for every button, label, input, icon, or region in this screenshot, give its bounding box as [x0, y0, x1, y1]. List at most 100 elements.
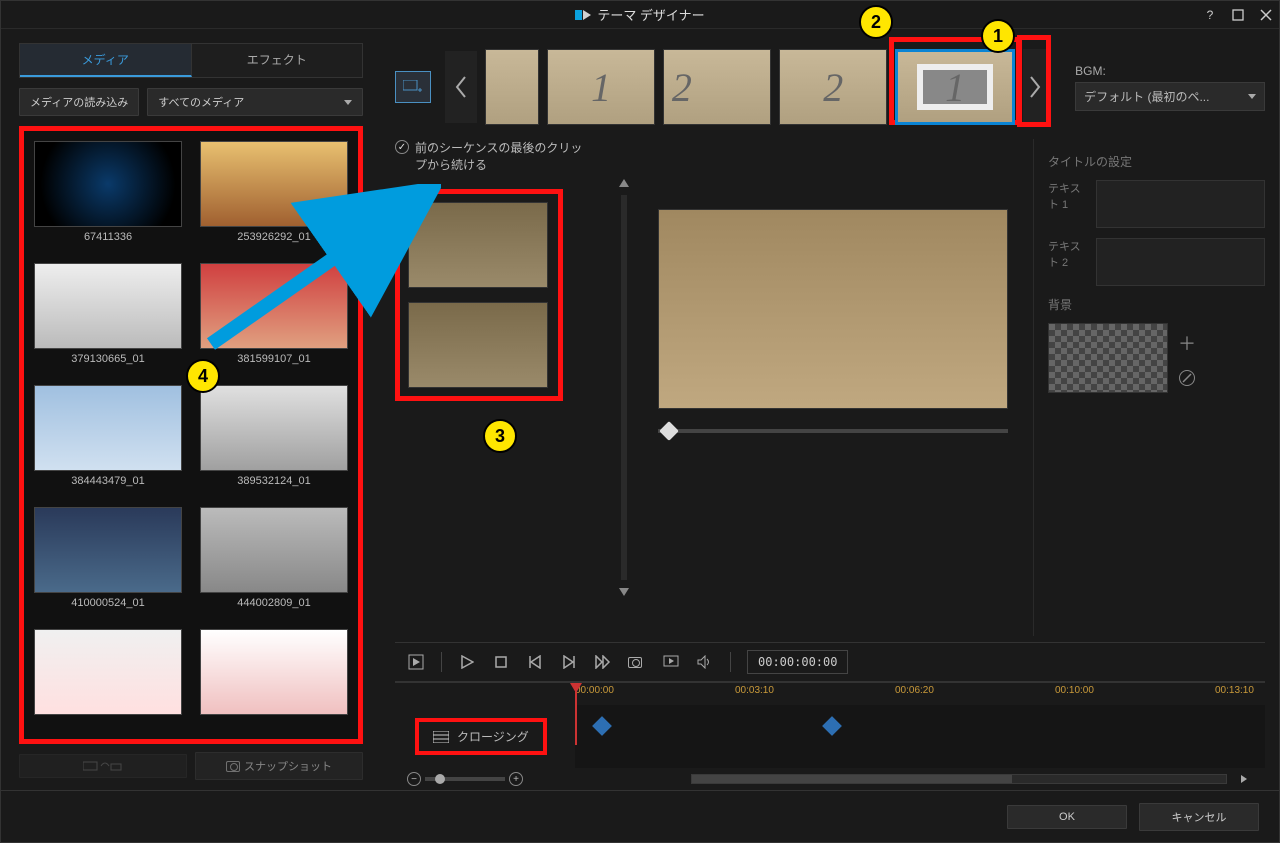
- text2-label: テキスト 2: [1048, 238, 1090, 286]
- continue-checkbox-row[interactable]: 前のシーケンスの最後のクリップから続ける: [395, 139, 585, 173]
- media-item[interactable]: 67411336: [34, 141, 182, 253]
- remove-background-button[interactable]: [1179, 370, 1195, 386]
- fast-forward-button[interactable]: [594, 653, 612, 671]
- prev-frame-button[interactable]: [526, 653, 544, 671]
- callout-1: 1: [981, 19, 1015, 53]
- playhead[interactable]: [575, 685, 577, 745]
- media-item[interactable]: 410000524_01: [34, 507, 182, 619]
- media-item[interactable]: [200, 629, 348, 729]
- scroll-right-button[interactable]: [1235, 770, 1253, 788]
- timeline: 00:00:00 00:03:10 00:06:20 00:10:00 00:1…: [395, 682, 1265, 768]
- media-panel: メディア エフェクト メディアの読み込み すべてのメディア 67411336 2…: [1, 29, 381, 790]
- snapshot-button[interactable]: [628, 653, 646, 671]
- playback-mode-button[interactable]: [407, 653, 425, 671]
- checkmark-icon: [395, 140, 409, 154]
- timeline-footer: − +: [395, 768, 1265, 790]
- media-item[interactable]: 444002809_01: [200, 507, 348, 619]
- slots-column: 前のシーケンスの最後のクリップから続ける 3: [395, 139, 605, 636]
- right-panel: 1 2 2 1 BGM:: [381, 29, 1279, 790]
- slider-handle[interactable]: [659, 421, 679, 441]
- separator: [730, 652, 731, 672]
- cancel-button[interactable]: キャンセル: [1139, 803, 1259, 831]
- media-grid-region: 67411336 253926292_01 379130665_01 38159…: [19, 126, 363, 744]
- sequence-thumb[interactable]: 2: [663, 49, 772, 125]
- background-label: 背景: [1048, 296, 1265, 313]
- separator: [441, 652, 442, 672]
- tab-media[interactable]: メディア: [20, 44, 192, 77]
- close-button[interactable]: [1259, 8, 1273, 22]
- highlight-box: [1017, 35, 1051, 127]
- stop-button[interactable]: [492, 653, 510, 671]
- strip-prev-button[interactable]: [445, 51, 477, 123]
- background-thumb[interactable]: [1048, 323, 1168, 393]
- bgm-label: BGM:: [1075, 64, 1265, 78]
- help-button[interactable]: ?: [1203, 8, 1217, 22]
- timeline-track[interactable]: [575, 705, 1265, 768]
- sequence-strip: 1 2 2 1 BGM:: [395, 43, 1265, 139]
- title-settings-label: タイトルの設定: [1048, 153, 1265, 170]
- timeline-scrollbar[interactable]: [691, 774, 1227, 784]
- zoom-out-button[interactable]: −: [407, 772, 421, 786]
- timeline-track-label[interactable]: クロージング: [415, 718, 547, 755]
- sequence-thumb[interactable]: 1: [547, 49, 655, 125]
- timeline-zoom[interactable]: − +: [407, 772, 523, 786]
- callout-4: 4: [186, 359, 220, 393]
- slot[interactable]: [408, 302, 548, 388]
- bgm-dropdown[interactable]: デフォルト (最初のペ...: [1075, 82, 1265, 111]
- sequence-thumb-selected[interactable]: 1: [895, 49, 1015, 125]
- preview-screen: [658, 209, 1008, 409]
- play-button[interactable]: [458, 653, 476, 671]
- slot[interactable]: [408, 202, 548, 288]
- chevron-down-icon: [1248, 94, 1256, 99]
- import-media-button[interactable]: メディアの読み込み: [19, 88, 139, 116]
- media-item[interactable]: 384443479_01: [34, 385, 182, 497]
- title-settings-panel: タイトルの設定 テキスト 1 テキスト 2 背景 ＋: [1033, 139, 1265, 636]
- snapshot-button[interactable]: スナップショット: [195, 752, 363, 780]
- sequence-thumb[interactable]: [485, 49, 539, 125]
- callout-3: 3: [483, 419, 517, 453]
- media-item[interactable]: 389532124_01: [200, 385, 348, 497]
- sequence-thumb[interactable]: 2: [779, 49, 887, 125]
- media-item[interactable]: 381599107_01: [200, 263, 348, 375]
- media-filter-dropdown[interactable]: すべてのメディア: [147, 88, 363, 116]
- track-icon: [433, 731, 449, 743]
- add-background-button[interactable]: ＋: [1178, 330, 1196, 356]
- titlebar: テーマ デザイナー ?: [1, 1, 1279, 29]
- media-item[interactable]: 379130665_01: [34, 263, 182, 375]
- timecode[interactable]: 00:00:00:00: [747, 650, 848, 674]
- preview-slider[interactable]: [658, 429, 1008, 433]
- chevron-down-icon: [344, 100, 352, 105]
- text1-field[interactable]: [1096, 180, 1265, 228]
- volume-button[interactable]: [696, 653, 714, 671]
- slots-scrollbar[interactable]: [615, 139, 633, 636]
- media-item[interactable]: 253926292_01: [200, 141, 348, 253]
- maximize-button[interactable]: [1231, 8, 1245, 22]
- tab-effects[interactable]: エフェクト: [192, 44, 363, 77]
- tv-play-button[interactable]: [662, 653, 680, 671]
- left-tabs: メディア エフェクト: [19, 43, 363, 78]
- add-sequence-button[interactable]: [395, 71, 431, 103]
- keyframe[interactable]: [592, 716, 612, 736]
- slots-region: [395, 189, 563, 401]
- bgm-section: BGM: デフォルト (最初のペ...: [1055, 64, 1265, 111]
- timeline-ruler[interactable]: 00:00:00 00:03:10 00:06:20 00:10:00 00:1…: [575, 683, 1265, 705]
- scroll-down-icon: [619, 588, 629, 596]
- preview-column: [643, 139, 1023, 636]
- playback-bar: 00:00:00:00: [395, 642, 1265, 682]
- theme-designer-window: テーマ デザイナー ? メディア エフェクト メディアの読み込み すべてのメディ…: [0, 0, 1280, 843]
- add-to-timeline-button[interactable]: [19, 754, 187, 778]
- next-frame-button[interactable]: [560, 653, 578, 671]
- callout-2: 2: [859, 5, 893, 39]
- timeline-track-label-cell: クロージング: [395, 705, 575, 768]
- media-grid: 67411336 253926292_01 379130665_01 38159…: [24, 131, 358, 739]
- scroll-up-icon: [619, 179, 629, 187]
- window-title: テーマ デザイナー: [597, 5, 704, 24]
- camera-icon: [226, 761, 240, 772]
- keyframe[interactable]: [822, 716, 842, 736]
- footer: OK キャンセル: [1, 790, 1279, 842]
- text2-field[interactable]: [1096, 238, 1265, 286]
- ok-button[interactable]: OK: [1007, 805, 1127, 829]
- zoom-in-button[interactable]: +: [509, 772, 523, 786]
- media-item[interactable]: [34, 629, 182, 729]
- app-icon: [575, 8, 591, 22]
